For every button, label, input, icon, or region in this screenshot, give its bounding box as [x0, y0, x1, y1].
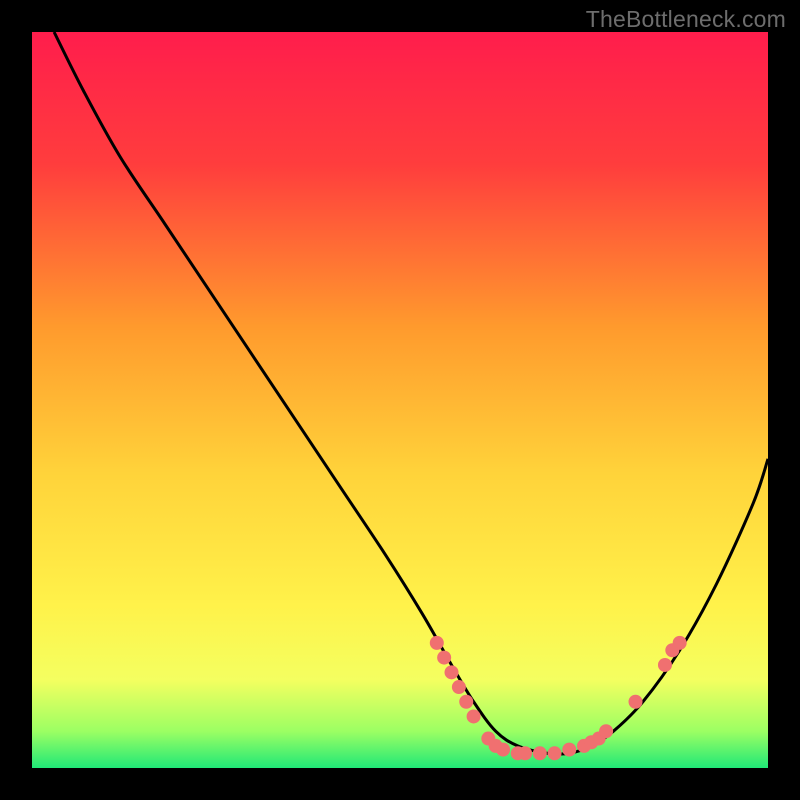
data-point-marker [629, 695, 643, 709]
data-point-marker [673, 636, 687, 650]
bottleneck-chart [32, 32, 768, 768]
data-point-marker [548, 746, 562, 760]
data-point-marker [496, 743, 510, 757]
data-point-marker [437, 651, 451, 665]
data-point-marker [430, 636, 444, 650]
chart-background-gradient [32, 32, 768, 768]
watermark-text: TheBottleneck.com [586, 6, 786, 33]
data-point-marker [452, 680, 466, 694]
data-point-marker [467, 709, 481, 723]
chart-frame [32, 32, 768, 768]
data-point-marker [658, 658, 672, 672]
data-point-marker [518, 746, 532, 760]
data-point-marker [562, 743, 576, 757]
data-point-marker [445, 665, 459, 679]
data-point-marker [599, 724, 613, 738]
data-point-marker [533, 746, 547, 760]
data-point-marker [459, 695, 473, 709]
